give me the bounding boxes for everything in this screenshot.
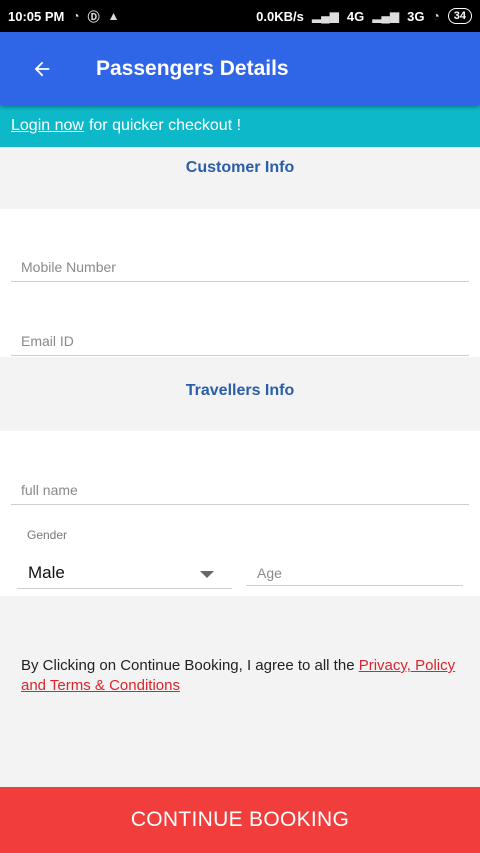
login-banner: Login now for quicker checkout !: [0, 105, 480, 147]
travellers-info-header: Travellers Info: [0, 370, 480, 432]
network-speed: 0.0KB/s: [256, 8, 304, 24]
notification-icon: Ⓓ: [87, 9, 100, 24]
wifi-icon: ◔: [72, 9, 80, 23]
back-button[interactable]: [0, 32, 84, 105]
mobile-number-input[interactable]: Mobile Number: [11, 248, 469, 282]
continue-booking-button[interactable]: CONTINUE BOOKING: [0, 787, 480, 853]
app-bar: Passengers Details: [0, 32, 480, 105]
email-input[interactable]: Email ID: [11, 322, 469, 356]
mobile-number-placeholder: Mobile Number: [21, 259, 116, 275]
age-placeholder: Age: [257, 565, 282, 581]
email-placeholder: Email ID: [21, 333, 74, 349]
signal-icon: ▂▄▆: [311, 9, 339, 23]
signal-icon-secondary: ▂▄▆: [372, 9, 400, 23]
status-bar: 10:05 PM ◔ Ⓓ ▲ 0.0KB/s ▂▄▆ 4G ▂▄▆ 3G ◔ 3…: [0, 0, 480, 32]
gender-value: Male: [28, 563, 65, 582]
network-3g: 3G: [407, 8, 425, 24]
age-input[interactable]: Age: [246, 556, 463, 586]
gender-select[interactable]: Male: [17, 556, 232, 589]
login-now-link[interactable]: Login now: [11, 117, 84, 135]
terms-statement: By Clicking on Continue Booking, I agree…: [21, 657, 355, 674]
customer-info-title: Customer Info: [185, 159, 295, 176]
customer-info-header: Customer Info: [0, 147, 480, 209]
battery-icon: 34: [447, 8, 472, 24]
arrow-back-icon: [34, 61, 50, 76]
page-title: Passengers Details: [96, 56, 289, 80]
login-banner-text: for quicker checkout !: [88, 117, 242, 134]
full-name-input[interactable]: full name: [11, 472, 469, 505]
status-time: 10:05 PM: [8, 8, 65, 24]
wifi-signal-icon: ◔: [432, 9, 440, 23]
terms-text: By Clicking on Continue Booking, I agree…: [21, 656, 461, 696]
travellers-info-title: Travellers Info: [185, 382, 295, 399]
warning-icon: ▲: [107, 9, 120, 23]
network-4g: 4G: [346, 8, 365, 24]
full-name-placeholder: full name: [21, 482, 78, 498]
dropdown-arrow-icon: [200, 571, 214, 578]
gender-label: Gender: [27, 528, 68, 542]
